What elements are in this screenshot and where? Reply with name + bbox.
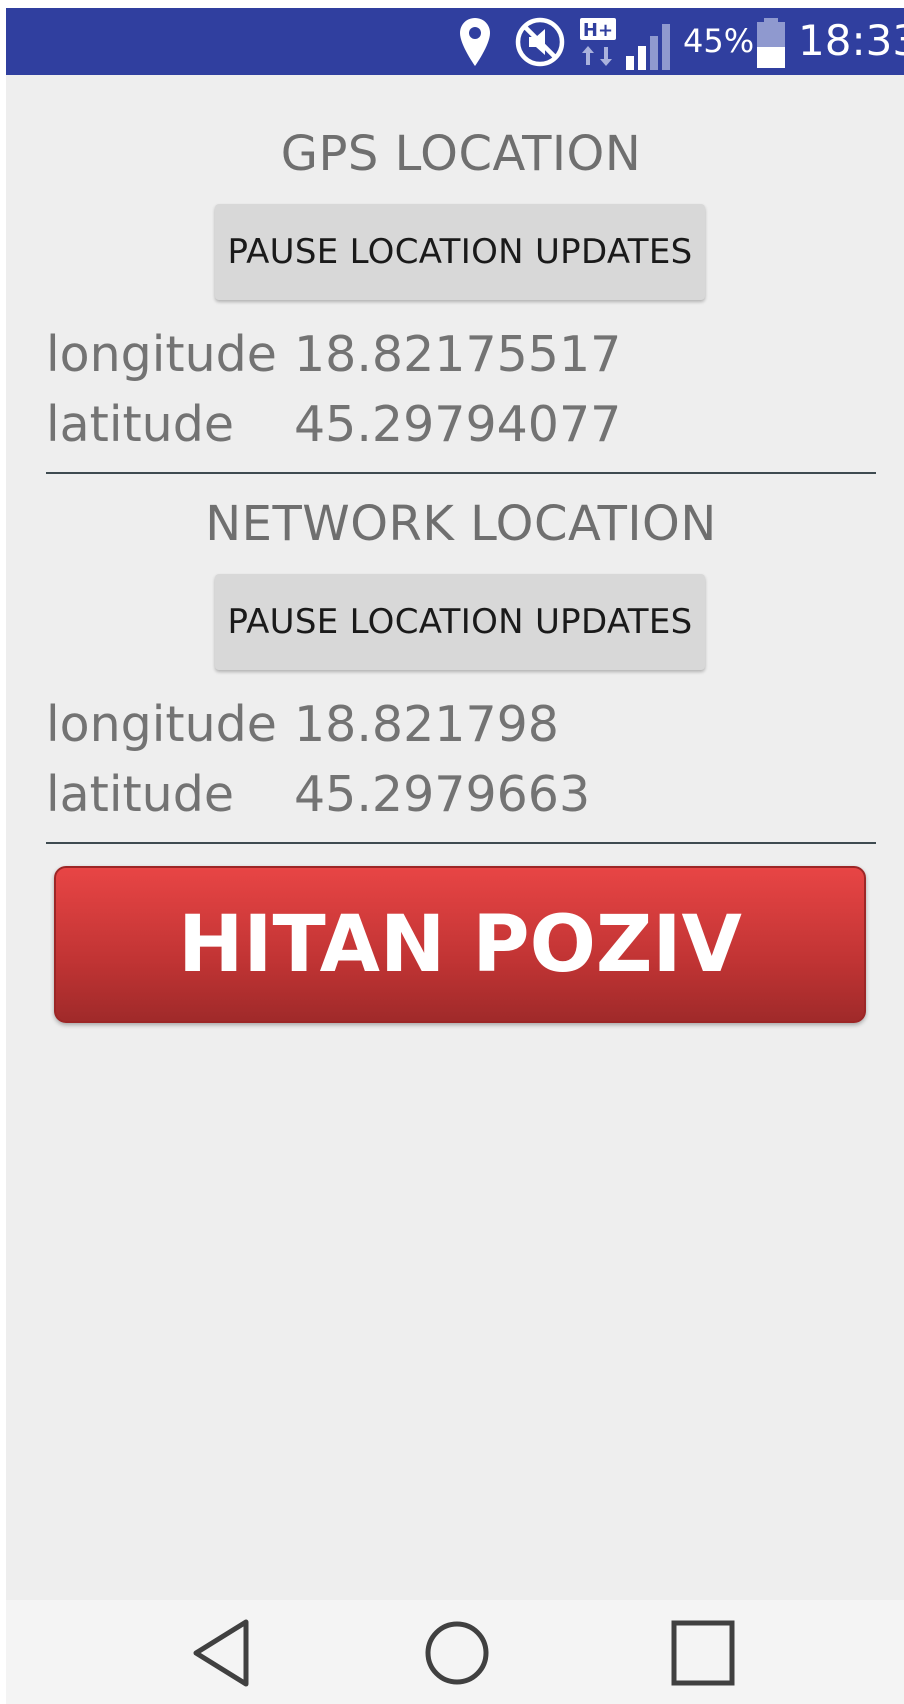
gps-divider bbox=[46, 472, 876, 474]
gps-location-title: GPS LOCATION bbox=[280, 126, 642, 182]
battery-icon bbox=[754, 16, 788, 75]
gps-latitude-value: 45.29794077 bbox=[294, 396, 622, 453]
network-pause-updates-button[interactable]: PAUSE LOCATION UPDATES bbox=[215, 574, 705, 670]
network-latitude-value: 45.2979663 bbox=[294, 766, 591, 823]
home-icon[interactable] bbox=[424, 1618, 490, 1693]
network-divider bbox=[46, 842, 876, 844]
recents-icon[interactable] bbox=[670, 1618, 736, 1693]
clock: 18:33 bbox=[798, 16, 904, 65]
network-latitude-label: latitude bbox=[46, 766, 234, 823]
network-longitude-value: 18.821798 bbox=[294, 696, 559, 753]
battery-percent: 45% bbox=[683, 22, 755, 60]
mute-icon bbox=[514, 16, 566, 73]
svg-text:H+: H+ bbox=[583, 20, 613, 41]
back-icon[interactable] bbox=[190, 1618, 254, 1693]
emergency-call-button[interactable]: HITAN POZIV bbox=[54, 866, 866, 1023]
gps-latitude-label: latitude bbox=[46, 396, 234, 453]
gps-longitude-label: longitude bbox=[46, 326, 277, 383]
gps-pause-updates-button[interactable]: PAUSE LOCATION UPDATES bbox=[215, 204, 705, 300]
h-plus-data-icon: H+ bbox=[578, 16, 618, 73]
signal-icon bbox=[622, 16, 680, 79]
network-location-title: NETWORK LOCATION bbox=[205, 496, 717, 552]
app-screen: H+ 45% 18:33 GPS LOCATION PAUSE LOCATION… bbox=[6, 8, 904, 1704]
network-longitude-label: longitude bbox=[46, 696, 277, 753]
navigation-bar bbox=[6, 1600, 904, 1704]
location-pin-icon bbox=[458, 16, 492, 75]
status-bar: H+ 45% 18:33 bbox=[6, 8, 904, 75]
gps-longitude-value: 18.82175517 bbox=[294, 326, 622, 383]
